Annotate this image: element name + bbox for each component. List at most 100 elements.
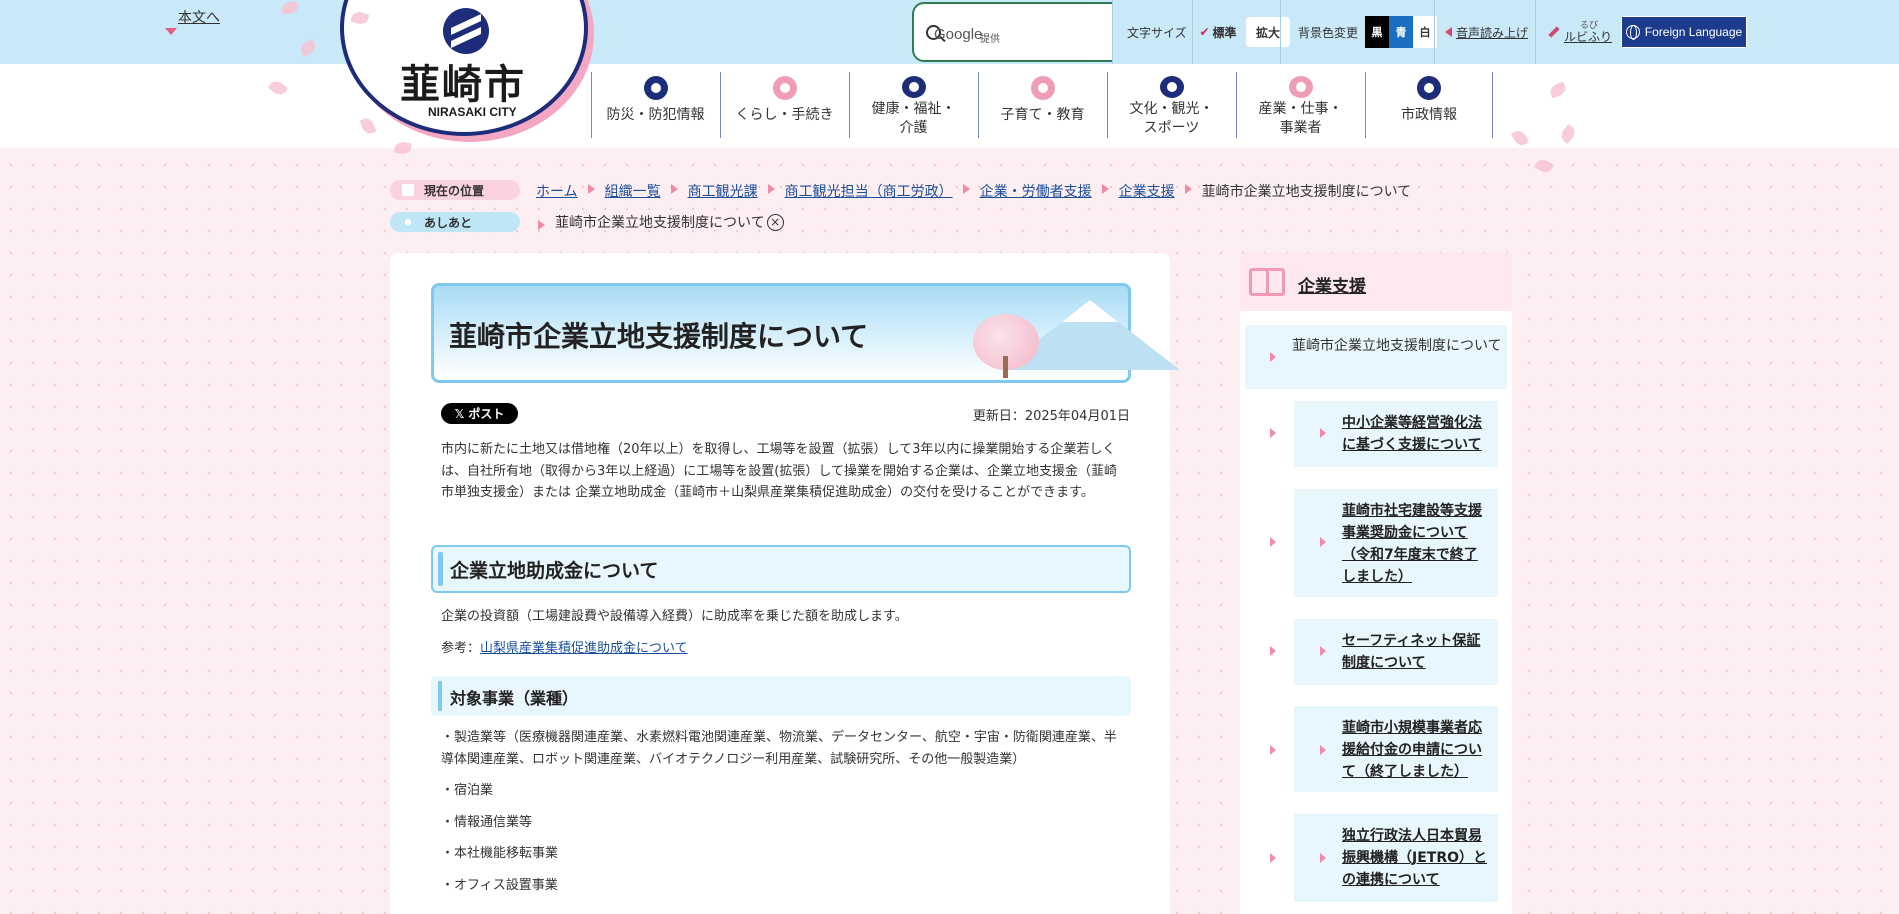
furigana-link[interactable]: るび ルビふり xyxy=(1548,0,1612,64)
divider xyxy=(1192,0,1193,64)
book-icon xyxy=(1249,268,1285,296)
arrow-right-icon xyxy=(767,184,775,194)
font-size-controls: 文字サイズ xyxy=(1127,0,1187,64)
city-emblem-icon xyxy=(443,8,489,54)
google-provided-label: 提供 xyxy=(980,34,1000,45)
arrow-right-icon xyxy=(1320,745,1326,755)
arrow-right-icon xyxy=(1320,537,1326,547)
pencil-icon xyxy=(1548,26,1560,38)
font-size-label: 文字サイズ xyxy=(1127,25,1187,40)
list-item: ・オフィス設置事業 xyxy=(441,877,558,893)
divider xyxy=(1434,0,1435,64)
breadcrumb-category[interactable]: 企業・労働者支援 xyxy=(980,181,1092,201)
heart-hands-icon xyxy=(901,76,926,98)
breadcrumb-section[interactable]: 商工観光担当（商工労政） xyxy=(785,181,953,201)
list-item: ・宿泊業 xyxy=(441,783,494,798)
nav-item-industry[interactable]: 産業・仕事・ 事業者 xyxy=(1236,72,1364,138)
petal-decoration xyxy=(1534,156,1554,176)
arrow-right-icon xyxy=(1270,537,1276,547)
furigana-label: ルビふり xyxy=(1564,29,1613,44)
skip-to-content-link[interactable]: 本文へ xyxy=(178,7,220,27)
arrow-right-icon xyxy=(1184,184,1192,194)
arrow-right-icon xyxy=(538,220,545,230)
site-search-box[interactable]: Google 提供 xyxy=(912,2,1112,62)
nav-item-childcare[interactable]: 子育て・教育 xyxy=(978,72,1106,138)
list-item: ・情報通信業等 xyxy=(441,814,533,830)
document-icon xyxy=(772,76,797,100)
culture-icon xyxy=(1159,76,1184,98)
intro-text: 市内に新たに土地又は借地権（20年以上）を取得し、工場等を設置（拡張）して3年以… xyxy=(441,442,1117,500)
sidebar-item-label: 独立行政法人日本貿易振興機構（JETRO）との連携について xyxy=(1342,828,1488,888)
logo-english-name: NIRASAKI CITY xyxy=(428,105,517,119)
sidebar-item-label: セーフティネット保証制度について xyxy=(1342,633,1481,671)
reference-line: 参考：山梨県産業集積促進助成金について xyxy=(441,641,688,656)
heading-accent-bar xyxy=(438,552,443,586)
nav-item-disaster[interactable]: 防災・防犯情報 xyxy=(591,72,719,138)
sidebar-title[interactable]: 企業支援 xyxy=(1298,272,1366,297)
breadcrumb-current: 韮崎市企業立地支援制度について xyxy=(1201,184,1412,200)
divider xyxy=(1535,0,1536,64)
nav-item-health[interactable]: 健康・福祉・ 介護 xyxy=(849,72,977,138)
arrow-right-icon xyxy=(670,184,678,194)
subsection-heading: 対象事業（業種） xyxy=(450,689,579,708)
child-icon xyxy=(1030,76,1055,100)
speaker-icon xyxy=(1445,27,1452,37)
history-label: あしあと xyxy=(390,212,520,232)
arrow-right-icon xyxy=(1270,646,1276,656)
breadcrumb: ホーム 組織一覧 商工観光課 商工観光担当（商工労政） 企業・労働者支援 企業支… xyxy=(536,181,1411,201)
bg-color-label: 背景色変更 xyxy=(1298,25,1359,40)
city-emblem-icon xyxy=(1417,76,1441,100)
font-size-standard-button[interactable]: ✔ 標準 xyxy=(1196,17,1240,47)
list-item: ・製造業等（医療機器関連産業、水素燃料電池関連産業、物流業、データセンター、航空… xyxy=(441,730,1117,767)
google-label: Google xyxy=(934,26,983,43)
bg-blue-button[interactable]: 青 xyxy=(1389,16,1414,48)
reference-link[interactable]: 山梨県産業集積促進助成金について xyxy=(480,641,688,656)
arrow-right-icon xyxy=(1270,352,1276,362)
nav-item-living[interactable]: くらし・手続き xyxy=(720,72,848,138)
heading-accent-bar xyxy=(438,681,442,711)
font-size-buttons: ✔ 標準 拡大 xyxy=(1196,0,1290,64)
snowcap-illustration xyxy=(1062,300,1118,322)
breadcrumb-department[interactable]: 商工観光課 xyxy=(688,181,758,201)
target-industry-list: ・製造業等（医療機器関連産業、水素燃料電池関連産業、物流業、データセンター、航空… xyxy=(441,727,1127,906)
check-icon: ✔ xyxy=(1199,25,1210,39)
arrow-right-icon xyxy=(1320,428,1326,438)
bg-black-button[interactable]: 黒 xyxy=(1365,16,1390,48)
tree-trunk-illustration xyxy=(1003,356,1008,378)
divider xyxy=(1280,0,1281,64)
nav-item-city-info[interactable]: 市政情報 xyxy=(1365,72,1493,138)
globe-icon xyxy=(1625,25,1640,40)
arrow-right-icon xyxy=(587,184,595,194)
breadcrumb-home[interactable]: ホーム xyxy=(536,181,578,201)
location-icon xyxy=(402,184,414,196)
arrow-right-icon xyxy=(962,184,970,194)
updated-date: 更新日：2025年04月01日 xyxy=(972,409,1130,424)
arrow-right-icon xyxy=(1270,428,1276,438)
breadcrumb-subcategory[interactable]: 企業支援 xyxy=(1119,181,1175,201)
nav-item-culture[interactable]: 文化・観光・ スポーツ xyxy=(1107,72,1235,138)
foreign-language-button[interactable]: Foreign Language xyxy=(1621,16,1747,48)
sidebar-item-label: 韮崎市小規模事業者応援給付金の申請について（終了しました） xyxy=(1342,720,1482,780)
read-aloud-link[interactable]: 音声読み上げ xyxy=(1445,0,1528,64)
history-item[interactable]: 韮崎市企業立地支援制度について xyxy=(555,212,765,232)
sidebar-item-label: 中小企業等経営強化法に基づく支援について xyxy=(1342,415,1482,453)
font-size-large-button[interactable]: 拡大 xyxy=(1246,17,1290,47)
x-post-button[interactable]: 𝕏 ポスト xyxy=(441,403,518,424)
bg-color-controls: 背景色変更 黒 青 白 xyxy=(1298,0,1438,64)
history-trail: 韮崎市企業立地支援制度について × xyxy=(536,212,784,232)
arrow-right-icon xyxy=(1320,646,1326,656)
current-location-label: 現在の位置 xyxy=(390,180,520,200)
logo-name: 韮崎市 xyxy=(400,61,526,108)
arrow-right-icon xyxy=(1270,745,1276,755)
sidebar-item-label: 韮崎市社宅建設等支援事業奨励金について（令和7年度末で終了しました） xyxy=(1342,503,1482,585)
sidebar-item-label: 韮崎市企業立地支援制度について xyxy=(1292,338,1502,354)
read-aloud-label: 音声読み上げ xyxy=(1456,25,1529,40)
page-title: 韮崎市企業立地支援制度について xyxy=(449,320,869,353)
section-heading: 企業立地助成金について xyxy=(450,560,659,582)
arrow-right-icon xyxy=(1101,184,1109,194)
list-item: ・本社機能移転事業 xyxy=(441,846,559,861)
petal-decoration xyxy=(394,140,412,156)
breadcrumb-org-list[interactable]: 組織一覧 xyxy=(605,181,661,201)
divider xyxy=(1112,0,1113,64)
close-icon[interactable]: × xyxy=(766,213,784,231)
